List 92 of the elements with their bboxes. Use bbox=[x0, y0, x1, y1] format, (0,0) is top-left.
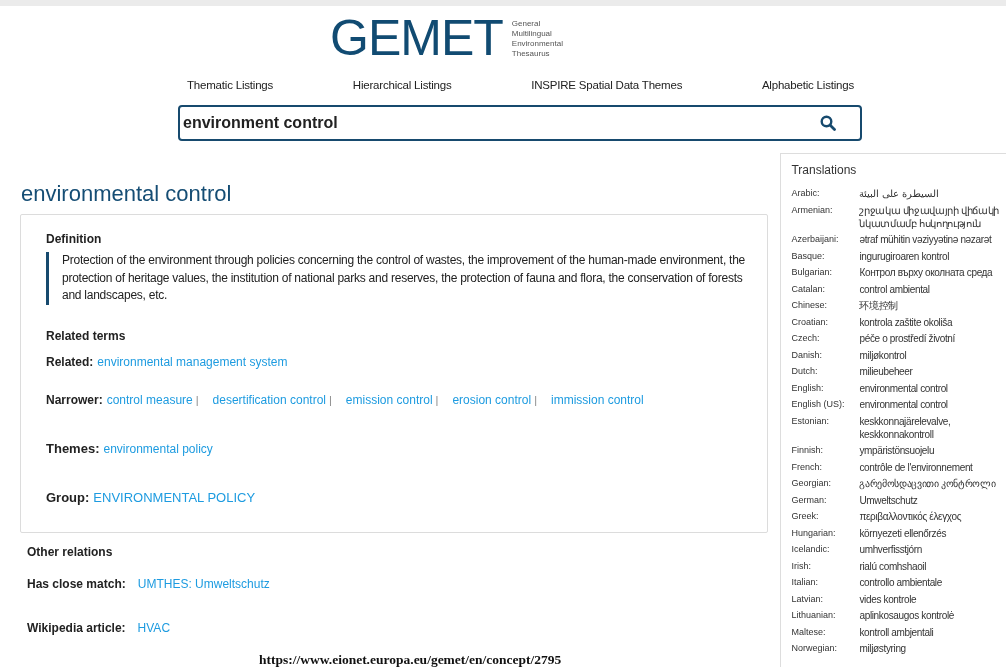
term-link[interactable]: HVAC bbox=[137, 621, 171, 635]
separator: | bbox=[195, 393, 199, 406]
language-label: English (US): bbox=[791, 398, 846, 411]
translation-text: გარემოსდაცვითი კონტროლი bbox=[859, 477, 997, 490]
language-label: Armenian: bbox=[791, 203, 834, 217]
relation-label: Wikipedia article: bbox=[27, 621, 126, 635]
term-link[interactable]: control measure bbox=[106, 392, 193, 407]
language-label: Hungarian: bbox=[791, 526, 837, 540]
search-icon[interactable] bbox=[820, 115, 836, 131]
translation-text: vides kontrole bbox=[859, 592, 918, 606]
language-label: Finnish: bbox=[791, 444, 824, 457]
relation-label: Related: bbox=[46, 354, 94, 369]
translation-text: السيطرة على البيئة bbox=[859, 187, 940, 200]
separator: | bbox=[534, 393, 537, 406]
source-url: https://www.eionet.europa.eu/gemet/en/concept/2795 bbox=[259, 652, 562, 667]
language-label: Dutch: bbox=[791, 365, 819, 378]
panel-title: Translations bbox=[791, 163, 858, 177]
translation-text: aplinkosaugos kontrolė bbox=[859, 609, 956, 622]
logo-tagline: Thesaurus bbox=[511, 49, 551, 59]
language-label: Bulgarian: bbox=[791, 266, 833, 279]
translation-text: környezeti ellenőrzés bbox=[859, 526, 948, 540]
search-field[interactable]: environment control bbox=[178, 105, 862, 141]
translation-text: péče o prostředí životní bbox=[859, 332, 956, 345]
language-label: Greek: bbox=[791, 510, 820, 523]
term-link[interactable]: UMTHES: Umweltschutz bbox=[137, 577, 270, 591]
concept-title: environmental control bbox=[21, 181, 233, 208]
nav-link[interactable]: Alphabetic Listings bbox=[761, 79, 854, 97]
translation-text: rialú comhshaoil bbox=[859, 559, 928, 573]
translation-text: ingurugiroaren kontrol bbox=[859, 249, 951, 263]
language-label: Croatian: bbox=[791, 315, 829, 329]
term-link[interactable]: erosion control bbox=[452, 392, 532, 407]
language-label: Arabic: bbox=[791, 187, 821, 200]
logo[interactable]: GEMET bbox=[330, 15, 503, 61]
translation-text: շրջակա միջավայրի վիճակի նկատմամբ հսկողություն bbox=[859, 203, 1000, 230]
nav-link[interactable]: Hierarchical Listings bbox=[352, 79, 452, 97]
translation-text: control ambiental bbox=[859, 282, 931, 296]
language-label: Danish: bbox=[791, 348, 823, 362]
language-label: Czech: bbox=[791, 332, 821, 345]
language-label: Georgian: bbox=[791, 477, 832, 490]
language-label: German: bbox=[791, 493, 828, 507]
language-label: Maltese: bbox=[791, 625, 827, 639]
translation-text: miljøkontrol bbox=[859, 348, 908, 362]
translation-text: Контрол върху околната среда bbox=[859, 266, 994, 279]
language-label: Latvian: bbox=[791, 592, 824, 606]
section-heading: Definition bbox=[46, 232, 103, 246]
translation-text: umhverfisstjórn bbox=[859, 543, 923, 556]
logo-tagline: General bbox=[511, 19, 542, 29]
translation-text: kontroll ambjentali bbox=[859, 625, 935, 639]
definition-text: Protection of the environment through policies concerning the control of wastes, the improvement of the human-made environment, the protection of heritage values, the institution of national parks and reserves, the protection of fauna and flora, the conservation of forests and landscapes, etc. bbox=[46, 252, 754, 305]
language-label: Azerbaijani: bbox=[791, 233, 840, 246]
section-heading: Other relations bbox=[27, 545, 114, 559]
term-link[interactable]: emission control bbox=[345, 392, 433, 407]
translation-text: ətraf mühitin vəziyyətinə nəzarət bbox=[859, 233, 993, 246]
logo-tagline: Environmental bbox=[511, 39, 563, 49]
relation-label: Has close match: bbox=[27, 577, 126, 591]
separator: | bbox=[329, 393, 332, 406]
language-label: Italian: bbox=[791, 576, 819, 589]
language-label: Chinese: bbox=[791, 299, 828, 312]
translation-text: περιβαλλοντικός έλεγχος bbox=[859, 510, 963, 523]
nav-link[interactable]: Thematic Listings bbox=[187, 79, 274, 97]
translation-text: controllo ambientale bbox=[859, 576, 943, 589]
term-link[interactable]: desertification control bbox=[212, 392, 326, 407]
separator: | bbox=[435, 393, 439, 406]
relation-label: Themes: bbox=[46, 440, 100, 456]
language-label: Basque: bbox=[791, 249, 826, 263]
language-label: English: bbox=[791, 381, 825, 395]
term-link[interactable]: environmental policy bbox=[103, 441, 213, 456]
language-label: French: bbox=[791, 460, 823, 474]
language-label: Norwegian: bbox=[791, 642, 838, 655]
translation-text: miljøstyring bbox=[859, 642, 907, 655]
translation-text: kontrola zaštite okoliša bbox=[859, 315, 954, 329]
nav-link[interactable]: INSPIRE Spatial Data Themes bbox=[531, 79, 683, 97]
translation-text: environmental control bbox=[859, 381, 949, 395]
language-label: Lithuanian: bbox=[791, 609, 837, 622]
translation-text: environmental control bbox=[859, 398, 949, 411]
translation-text: milieubeheer bbox=[859, 365, 914, 378]
translation-text: ympäristönsuojelu bbox=[859, 444, 936, 457]
language-label: Estonian: bbox=[791, 414, 830, 428]
language-label: Irish: bbox=[791, 559, 812, 573]
language-label: Catalan: bbox=[791, 282, 826, 296]
relation-label: Narrower: bbox=[46, 392, 103, 407]
relation-label: Group: bbox=[46, 489, 90, 505]
translation-text: contrôle de l'environnement bbox=[859, 460, 974, 474]
section-heading: Related terms bbox=[46, 328, 127, 343]
translation-text: Umweltschutz bbox=[859, 493, 919, 507]
term-link[interactable]: immission control bbox=[551, 392, 644, 407]
logo-tagline: Multilingual bbox=[511, 29, 553, 39]
translation-text: keskkonnajärelevalve, keskkonnakontroll bbox=[859, 414, 952, 441]
term-link[interactable]: environmental management system bbox=[97, 354, 288, 369]
term-link[interactable]: ENVIRONMENTAL POLICY bbox=[93, 489, 256, 505]
translation-text: 环境控制 bbox=[859, 299, 900, 312]
language-label: Icelandic: bbox=[791, 543, 831, 556]
